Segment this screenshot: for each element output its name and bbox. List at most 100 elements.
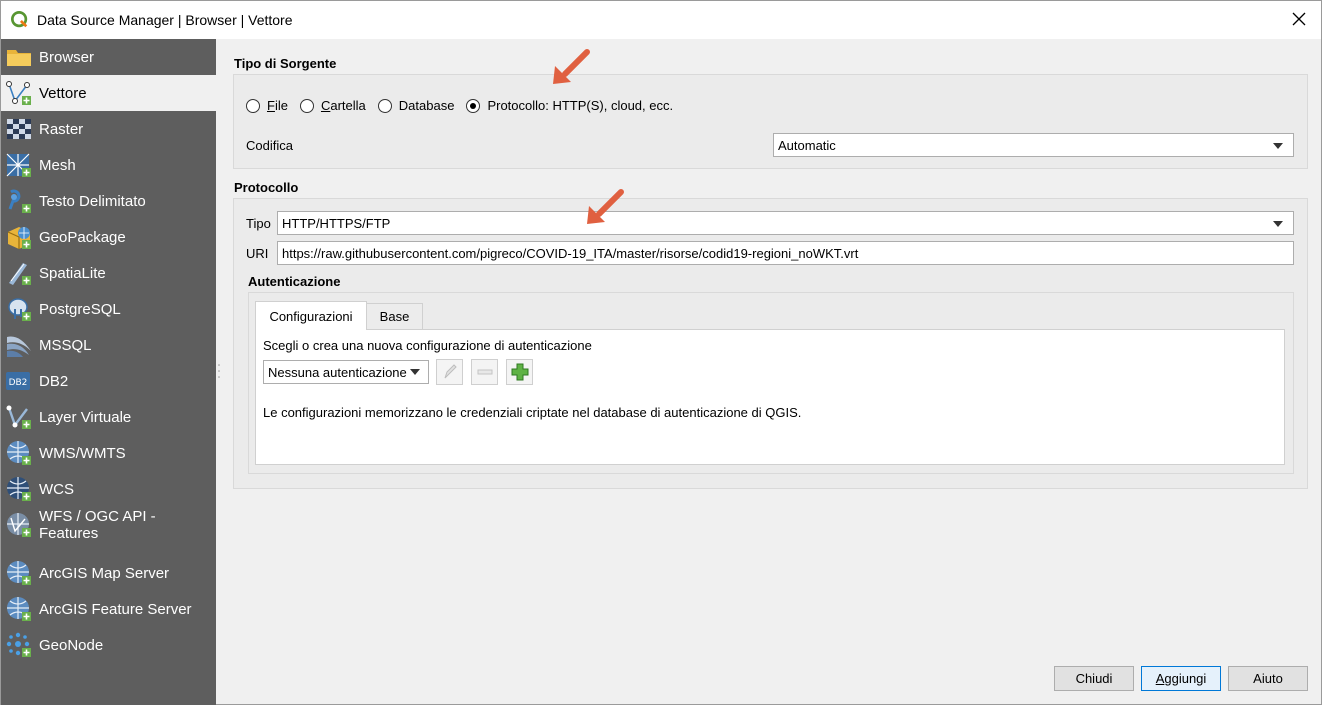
protocol-title: Protocollo	[234, 180, 299, 195]
wms-icon	[5, 439, 33, 467]
chevron-down-icon	[1273, 221, 1283, 227]
radio-label: Database	[398, 98, 455, 113]
svg-text:DB2: DB2	[9, 378, 28, 388]
edit-auth-button[interactable]	[436, 359, 463, 385]
spatialite-icon	[5, 259, 33, 287]
close-icon[interactable]	[1291, 11, 1307, 27]
button-label: Aiuto	[1253, 671, 1283, 686]
radio-label: Cartella	[320, 98, 366, 113]
radio-cartella[interactable]: Cartella	[299, 98, 366, 113]
protocol-type-combo[interactable]: HTTP/HTTPS/FTP	[277, 211, 1294, 235]
data-source-manager-window: Data Source Manager | Browser | Vettore …	[0, 0, 1322, 705]
virtual-layer-icon	[5, 403, 33, 431]
button-label: Aggiungi	[1155, 671, 1207, 686]
sidebar-item-db2[interactable]: DB2 DB2	[1, 363, 216, 399]
sidebar-item-vettore[interactable]: Vettore	[1, 75, 216, 111]
wfs-icon	[5, 511, 33, 539]
mesh-icon	[5, 151, 33, 179]
sidebar-item-geonode[interactable]: GeoNode	[1, 627, 216, 663]
radio-circle-checked	[466, 98, 481, 113]
tab-configurazioni[interactable]: Configurazioni	[255, 301, 367, 330]
arcgis-map-icon	[5, 559, 33, 587]
sidebar-item-wms-wmts[interactable]: WMS/WMTS	[1, 435, 216, 471]
sidebar-item-postgresql[interactable]: PostgreSQL	[1, 291, 216, 327]
remove-auth-button[interactable]	[471, 359, 498, 385]
sidebar-item-geopackage[interactable]: GeoPackage	[1, 219, 216, 255]
pencil-icon	[444, 364, 457, 379]
window-title: Data Source Manager | Browser | Vettore	[37, 12, 293, 28]
postgresql-icon	[5, 295, 33, 323]
sidebar-item-browser[interactable]: Browser	[1, 39, 216, 75]
wcs-icon	[5, 475, 33, 503]
chevron-down-icon	[410, 369, 420, 375]
sidebar-item-label: WCS	[39, 480, 74, 498]
sidebar-item-label: Mesh	[39, 156, 76, 174]
uri-label: URI	[246, 246, 269, 261]
sidebar-item-wfs[interactable]: WFS / OGC API - Features	[1, 507, 216, 543]
sidebar-item-raster[interactable]: Raster	[1, 111, 216, 147]
sidebar-item-label: MSSQL	[39, 336, 92, 354]
sidebar-item-label: WMS/WMTS	[39, 444, 126, 462]
qgis-logo-icon	[11, 11, 28, 28]
sidebar-item-mssql[interactable]: MSSQL	[1, 327, 216, 363]
sidebar-item-testo-delimitato[interactable]: Testo Delimitato	[1, 183, 216, 219]
sidebar-item-spatialite[interactable]: SpatiaLite	[1, 255, 216, 291]
auth-config-value: Nessuna autenticazione	[268, 364, 407, 380]
sidebar-item-arcgis-feature-server[interactable]: ArcGIS Feature Server	[1, 591, 216, 627]
source-type-options: File Cartella Database Protocollo: HTTP(…	[246, 98, 685, 113]
encoding-label: Codifica	[246, 138, 293, 153]
auth-prompt: Scegli o crea una nuova configurazione d…	[263, 338, 592, 353]
vector-icon	[5, 79, 33, 107]
geopackage-icon	[5, 223, 33, 251]
sidebar-item-label: SpatiaLite	[39, 264, 106, 282]
chevron-down-icon	[1273, 143, 1283, 149]
sidebar-item-label: GeoPackage	[39, 228, 126, 246]
splitter-handle[interactable]	[217, 361, 221, 381]
annotation-arrow-icon	[553, 49, 590, 84]
sidebar-item-label: DB2	[39, 372, 69, 390]
sidebar: Browser Vettore Raster Mesh Testo Delimi…	[1, 39, 216, 705]
auth-config-combo[interactable]: Nessuna autenticazione	[263, 360, 429, 384]
minus-icon	[477, 369, 492, 375]
auth-note: Le configurazioni memorizzano le credenz…	[263, 405, 802, 420]
add-auth-button[interactable]	[506, 359, 533, 385]
sidebar-item-arcgis-map-server[interactable]: ArcGIS Map Server	[1, 555, 216, 591]
help-button[interactable]: Aiuto	[1228, 666, 1308, 691]
uri-value: https://raw.githubusercontent.com/pigrec…	[282, 245, 859, 261]
radio-database[interactable]: Database	[377, 98, 455, 113]
radio-label: Protocollo: HTTP(S), cloud, ecc.	[487, 98, 674, 113]
sidebar-item-label: Testo Delimitato	[39, 192, 146, 210]
radio-circle	[377, 98, 392, 113]
sidebar-item-label: Browser	[39, 48, 95, 66]
radio-label: File	[267, 98, 288, 113]
sidebar-item-label: Vettore	[39, 84, 87, 102]
tab-label: Configurazioni	[269, 308, 353, 324]
folder-icon	[5, 43, 33, 71]
auth-title: Autenticazione	[248, 274, 341, 289]
protocol-type-value: HTTP/HTTPS/FTP	[282, 215, 391, 231]
button-label: Chiudi	[1075, 671, 1113, 686]
sidebar-item-label: ArcGIS Feature Server	[39, 600, 192, 618]
encoding-combo[interactable]: Automatic	[773, 133, 1294, 157]
source-type-title: Tipo di Sorgente	[234, 56, 337, 71]
sidebar-item-wcs[interactable]: WCS	[1, 471, 216, 507]
radio-circle	[299, 98, 314, 113]
radio-protocollo[interactable]: Protocollo: HTTP(S), cloud, ecc.	[466, 98, 673, 113]
uri-input[interactable]: https://raw.githubusercontent.com/pigrec…	[277, 241, 1294, 265]
add-button[interactable]: Aggiungi	[1141, 666, 1221, 691]
radio-file[interactable]: File	[246, 98, 288, 113]
sidebar-item-layer-virtuale[interactable]: Layer Virtuale	[1, 399, 216, 435]
protocol-type-label: Tipo	[246, 216, 271, 231]
sidebar-item-mesh[interactable]: Mesh	[1, 147, 216, 183]
encoding-value: Automatic	[778, 137, 836, 153]
sidebar-item-label: ArcGIS Map Server	[39, 564, 170, 582]
tab-base[interactable]: Base	[366, 303, 423, 330]
title-bar: Data Source Manager | Browser | Vettore	[1, 1, 1321, 39]
plus-icon	[511, 363, 528, 381]
tab-label: Base	[379, 309, 410, 324]
delimited-text-icon	[5, 187, 33, 215]
sidebar-item-label: PostgreSQL	[39, 300, 121, 318]
db2-icon: DB2	[5, 367, 33, 395]
sidebar-item-label: Layer Virtuale	[39, 408, 132, 426]
close-button[interactable]: Chiudi	[1054, 666, 1134, 691]
